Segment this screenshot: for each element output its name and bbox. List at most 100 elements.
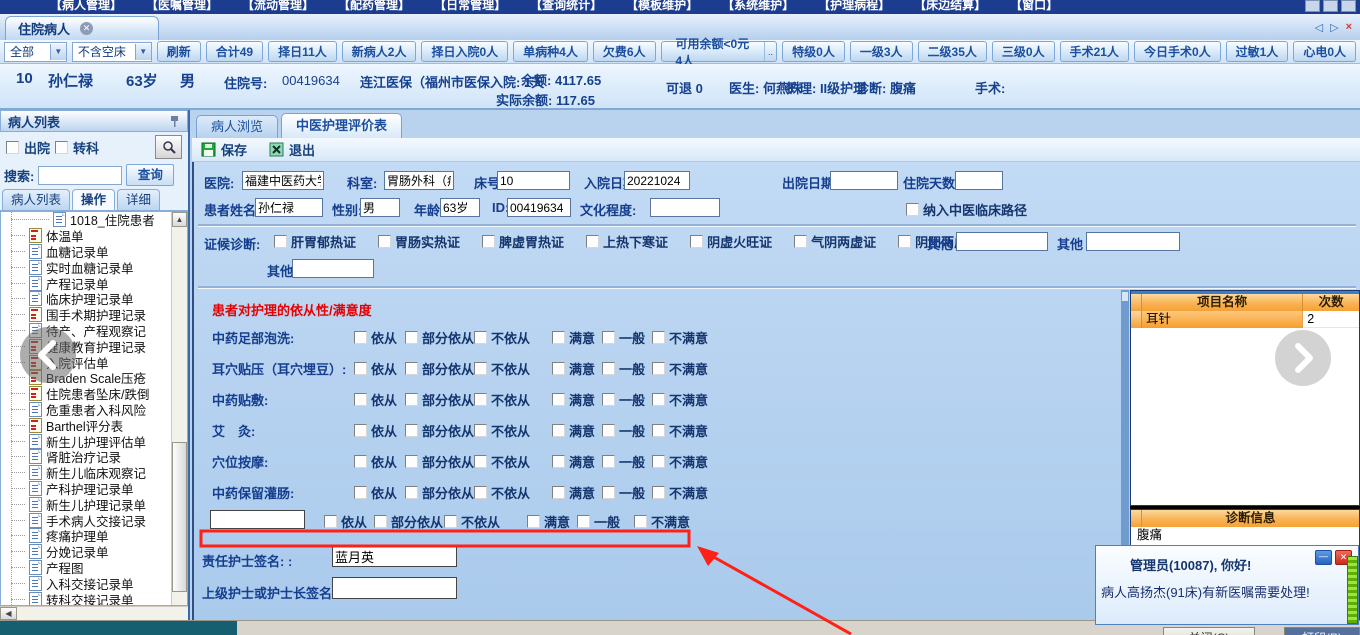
tree-hscrollbar[interactable]: ◀ bbox=[0, 606, 188, 621]
toolbar-button[interactable]: 新病人2人 bbox=[341, 41, 417, 62]
compliance-checkbox[interactable] bbox=[405, 362, 418, 375]
balance-filter-button[interactable]: 可用余额<0元4人 .. bbox=[660, 37, 778, 68]
popup-minimize-icon[interactable]: — bbox=[1315, 550, 1332, 565]
chevron-down-icon[interactable]: ▼ bbox=[49, 43, 66, 60]
age-input[interactable] bbox=[440, 198, 480, 217]
satisfaction-checkbox[interactable] bbox=[552, 486, 565, 499]
tab-operations[interactable]: 操作 bbox=[72, 189, 116, 210]
compliance-checkbox[interactable] bbox=[474, 331, 487, 344]
syndrome-checkbox[interactable] bbox=[898, 235, 912, 248]
compliance-checkbox[interactable] bbox=[405, 424, 418, 437]
other-input-2[interactable] bbox=[1086, 232, 1180, 251]
popup-scrollbar[interactable] bbox=[1347, 556, 1358, 624]
edu-input[interactable] bbox=[650, 198, 720, 217]
hospital-input[interactable] bbox=[242, 171, 324, 190]
menu-item[interactable]: 【流动管理】 bbox=[242, 0, 314, 13]
magnifier-button[interactable] bbox=[155, 135, 182, 159]
satisfaction-checkbox[interactable] bbox=[652, 331, 665, 344]
tree-item[interactable]: 1018_住院患者 bbox=[1, 212, 187, 228]
satisfaction-checkbox[interactable] bbox=[602, 424, 615, 437]
satisfaction-checkbox[interactable] bbox=[652, 486, 665, 499]
syndrome-checkbox[interactable] bbox=[274, 235, 287, 248]
discharge-checkbox[interactable] bbox=[6, 140, 19, 154]
toolbar-button[interactable]: 择日11人 bbox=[268, 41, 337, 62]
compliance-checkbox[interactable] bbox=[324, 515, 337, 528]
scrollbar-thumb[interactable] bbox=[172, 442, 187, 592]
compliance-checkbox[interactable] bbox=[474, 362, 487, 375]
toolbar-button[interactable]: 过敏1人 bbox=[1225, 41, 1289, 62]
compliance-checkbox[interactable] bbox=[354, 424, 367, 437]
exit-button[interactable]: 退出 bbox=[269, 140, 315, 159]
compliance-checkbox[interactable] bbox=[354, 455, 367, 468]
tab-inpatient[interactable]: 住院病人 ✕ bbox=[5, 16, 159, 40]
satisfaction-checkbox[interactable] bbox=[552, 393, 565, 406]
adm-date-input[interactable] bbox=[624, 171, 690, 190]
tab-tcm-evaluation[interactable]: 中医护理评价表 bbox=[281, 113, 403, 138]
menu-item[interactable]: 【护理病程】 bbox=[818, 0, 890, 13]
syndrome-checkbox[interactable] bbox=[794, 235, 808, 248]
tab-patient-list[interactable]: 病人列表 bbox=[2, 189, 71, 210]
close-bottom-button[interactable]: 关闭(C) bbox=[1163, 627, 1255, 635]
satisfaction-checkbox[interactable] bbox=[552, 455, 565, 468]
chevron-down-icon[interactable]: ▼ bbox=[134, 43, 151, 60]
toolbar-button[interactable]: 手术21人 bbox=[1059, 41, 1129, 62]
bed-filter-select[interactable]: 不含空床 ▼ bbox=[71, 41, 152, 62]
diagnosis-row[interactable]: 腹痛 bbox=[1131, 527, 1359, 544]
toolbar-button[interactable]: 二级35人 bbox=[917, 41, 987, 62]
compliance-checkbox[interactable] bbox=[354, 486, 367, 499]
table-row[interactable]: 耳针 2 bbox=[1131, 311, 1359, 328]
nav-next-overlay[interactable] bbox=[1275, 330, 1331, 386]
compliance-checkbox[interactable] bbox=[405, 486, 418, 499]
col-count[interactable]: 次数 bbox=[1303, 294, 1359, 311]
satisfaction-checkbox[interactable] bbox=[634, 515, 647, 528]
print-bottom-button[interactable]: 打印(P) bbox=[1284, 627, 1360, 635]
satisfaction-checkbox[interactable] bbox=[652, 393, 665, 406]
days-input[interactable] bbox=[955, 171, 1003, 190]
other-input-3[interactable] bbox=[292, 259, 374, 278]
dis-date-input[interactable] bbox=[830, 171, 898, 190]
satisfaction-checkbox[interactable] bbox=[652, 455, 665, 468]
toolbar-button[interactable]: 择日入院0人 bbox=[421, 41, 509, 62]
syndrome-checkbox[interactable] bbox=[378, 235, 392, 248]
bed-input[interactable] bbox=[497, 171, 570, 190]
satisfaction-checkbox[interactable] bbox=[652, 362, 665, 375]
satisfaction-checkbox[interactable] bbox=[552, 331, 565, 344]
menu-item[interactable]: 【日常管理】 bbox=[434, 0, 506, 13]
compliance-checkbox[interactable] bbox=[354, 331, 367, 344]
tab-close-icon[interactable]: ✕ bbox=[80, 22, 94, 35]
menu-item[interactable]: 【模板维护】 bbox=[626, 0, 698, 13]
senior-signature-input[interactable] bbox=[332, 577, 457, 599]
menu-item[interactable]: 【医嘱管理】 bbox=[146, 0, 218, 13]
gender-input[interactable] bbox=[360, 198, 400, 217]
tree-item[interactable]: 转科交接记录单 bbox=[1, 591, 187, 605]
satisfaction-checkbox[interactable] bbox=[552, 362, 565, 375]
close-icon[interactable] bbox=[1341, 0, 1356, 12]
save-button[interactable]: 保存 bbox=[201, 140, 247, 159]
toolbar-button[interactable]: 单病种4人 bbox=[513, 41, 588, 62]
toolbar-button[interactable]: 三级0人 bbox=[991, 41, 1055, 62]
tabstrip-close-icon[interactable]: × bbox=[1346, 21, 1352, 34]
satisfaction-checkbox[interactable] bbox=[652, 424, 665, 437]
toolbar-button[interactable]: 心电0人 bbox=[1293, 41, 1356, 62]
tab-scroll-left-icon[interactable]: ◁ bbox=[1315, 21, 1323, 34]
query-button[interactable]: 查询 bbox=[126, 164, 175, 186]
restore-icon[interactable] bbox=[1323, 0, 1338, 12]
compliance-checkbox[interactable] bbox=[474, 393, 487, 406]
other-input-1[interactable] bbox=[956, 232, 1048, 251]
ward-filter-select[interactable]: 全部 ▼ bbox=[4, 41, 67, 62]
compliance-checkbox[interactable] bbox=[354, 362, 367, 375]
nav-prev-overlay[interactable] bbox=[20, 327, 76, 383]
satisfaction-checkbox[interactable] bbox=[552, 424, 565, 437]
toolbar-button[interactable]: 一级3人 bbox=[849, 41, 913, 62]
compliance-checkbox[interactable] bbox=[405, 455, 418, 468]
syndrome-checkbox[interactable] bbox=[586, 235, 600, 248]
nurse-signature-input[interactable] bbox=[332, 545, 457, 567]
menu-item[interactable]: 【窗口】 bbox=[1010, 0, 1058, 13]
compliance-checkbox[interactable] bbox=[474, 455, 487, 468]
tab-patient-browse[interactable]: 病人浏览 bbox=[196, 115, 279, 138]
tree-scrollbar[interactable]: ▲ bbox=[171, 212, 187, 605]
compliance-checkbox[interactable] bbox=[405, 393, 418, 406]
toolbar-button[interactable]: 特级0人 bbox=[782, 41, 845, 62]
dept-input[interactable] bbox=[384, 171, 454, 190]
tab-details[interactable]: 详细 bbox=[117, 189, 161, 210]
